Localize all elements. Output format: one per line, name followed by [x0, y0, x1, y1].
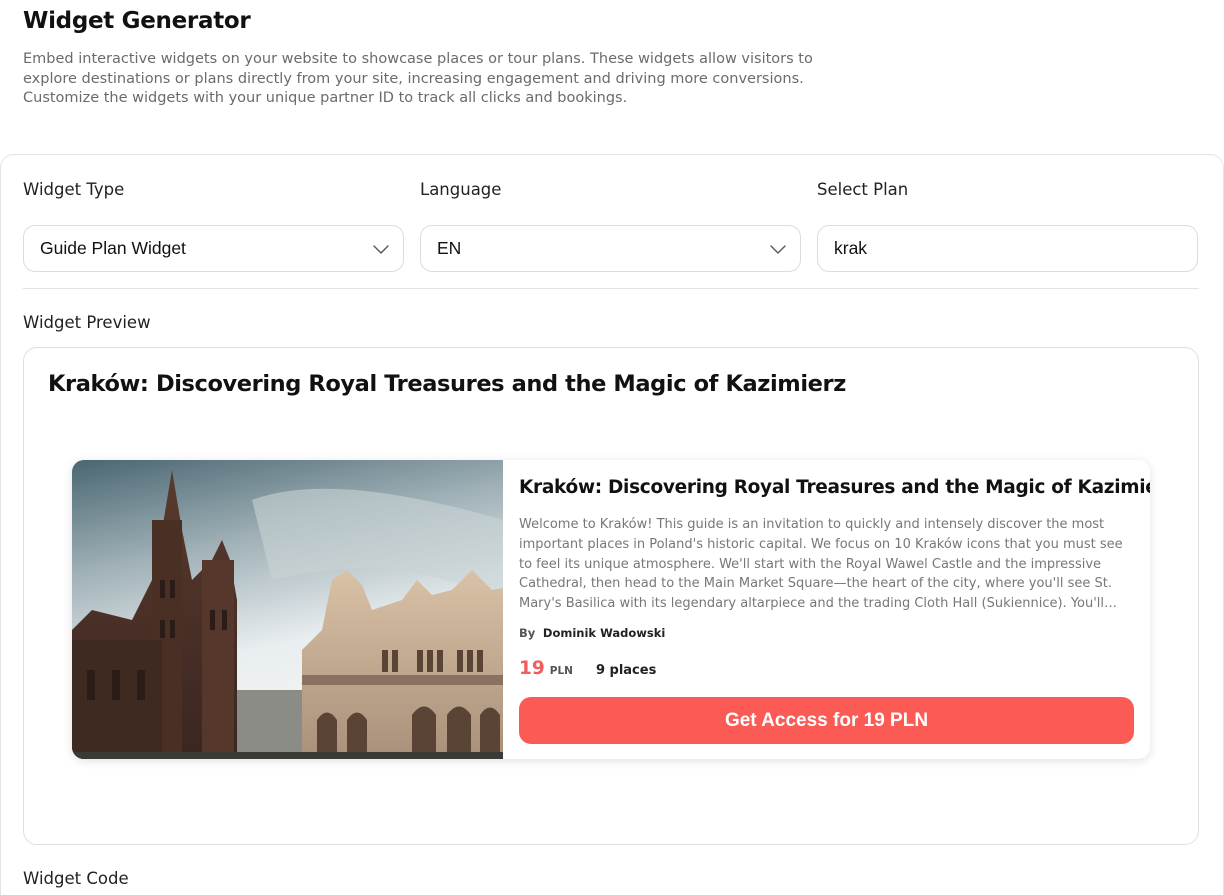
select-plan-input[interactable]: krak: [817, 225, 1198, 272]
select-plan-value: krak: [834, 238, 868, 258]
plan-description: Welcome to Kraków! This guide is an invi…: [519, 517, 1123, 612]
by-label: By: [519, 626, 536, 640]
plan-image: [72, 460, 503, 759]
plan-author: By Dominik Wadowski: [519, 626, 665, 640]
get-access-button[interactable]: Get Access for 19 PLN: [519, 697, 1134, 744]
preview-heading: Kraków: Discovering Royal Treasures and …: [48, 371, 846, 397]
divider: [23, 288, 1199, 289]
author-name: Dominik Wadowski: [542, 626, 666, 640]
widget-preview-label: Widget Preview: [23, 313, 151, 332]
language-select[interactable]: EN: [420, 225, 801, 272]
price-value: 19: [519, 658, 545, 679]
price-currency: PLN: [549, 665, 573, 677]
plan-title[interactable]: Kraków: Discovering Royal Treasures and …: [519, 477, 1150, 498]
language-value: EN: [437, 238, 462, 258]
plan-card[interactable]: Kraków: Discovering Royal Treasures and …: [72, 460, 1150, 759]
language-label: Language: [420, 180, 502, 199]
chevron-down-icon: [373, 245, 389, 254]
places-count: 9 places: [595, 663, 657, 678]
widget-code-label: Widget Code: [23, 869, 129, 888]
widget-type-select[interactable]: Guide Plan Widget: [23, 225, 404, 272]
select-plan-label: Select Plan: [817, 180, 909, 199]
page-title: Widget Generator: [23, 8, 251, 34]
page-description: Embed interactive widgets on your websit…: [23, 51, 813, 106]
chevron-down-icon: [770, 245, 786, 254]
widget-type-label: Widget Type: [23, 180, 125, 199]
plan-price-row: 19 PLN 9 places: [519, 658, 656, 679]
widget-type-value: Guide Plan Widget: [40, 238, 186, 258]
